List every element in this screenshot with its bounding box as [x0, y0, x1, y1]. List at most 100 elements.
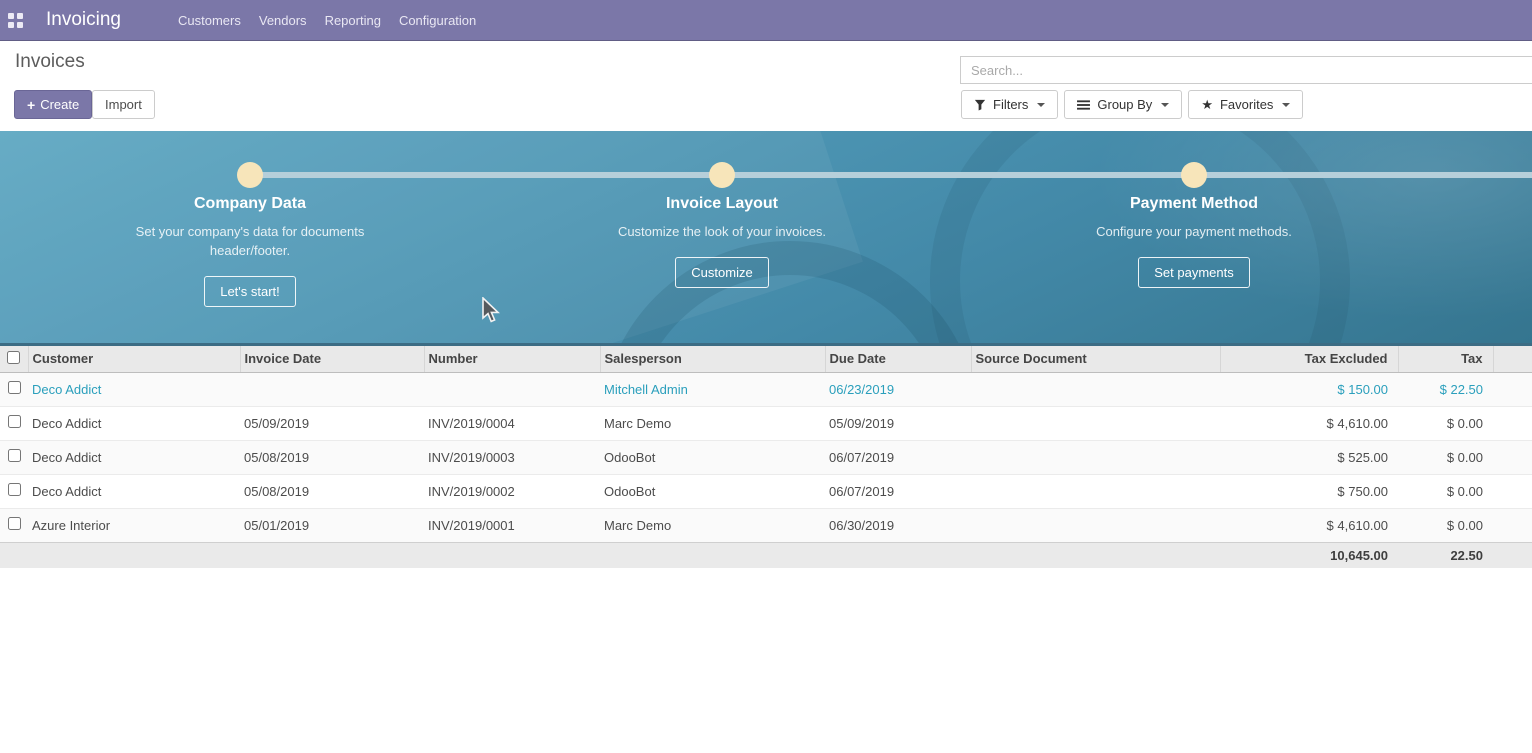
onboarding-step-invoice-layout: Invoice Layout Customize the look of you…: [562, 195, 882, 288]
invoice-list-table: Customer Invoice Date Number Salesperson…: [0, 346, 1532, 568]
step-description: Set your company's data for documents he…: [133, 222, 368, 260]
group-by-bars-icon: [1077, 99, 1090, 111]
chevron-down-icon: [1037, 103, 1045, 107]
apps-grid-square: [17, 13, 23, 19]
step-title: Invoice Layout: [562, 195, 882, 213]
cell-tax-excluded: $ 525.00: [1220, 440, 1398, 474]
row-checkbox-cell: [0, 508, 28, 542]
lets-start-button[interactable]: Let's start!: [204, 276, 296, 307]
apps-grid-square: [8, 22, 14, 28]
onboarding-banner: Company Data Set your company's data for…: [0, 131, 1532, 346]
column-header-invoice-date[interactable]: Invoice Date: [240, 346, 424, 372]
table-row[interactable]: Deco Addict 05/08/2019 INV/2019/0002 Odo…: [0, 474, 1532, 508]
cell-tax-excluded: $ 750.00: [1220, 474, 1398, 508]
create-button-label: Create: [40, 97, 79, 112]
cell-tax: $ 0.00: [1398, 440, 1493, 474]
select-all-checkbox-cell: [0, 346, 28, 372]
cell-source-document: [971, 508, 1220, 542]
cell-invoice-date: 05/01/2019: [240, 508, 424, 542]
star-icon: ★: [1201, 98, 1213, 111]
chevron-down-icon: [1161, 103, 1169, 107]
row-checkbox-cell: [0, 440, 28, 474]
create-button[interactable]: + Create: [14, 90, 92, 119]
cell-due-date: 06/23/2019: [825, 372, 971, 406]
totals-spacer: [0, 542, 28, 568]
cell-invoice-date: 05/09/2019: [240, 406, 424, 440]
cell-salesperson: OdooBot: [600, 474, 825, 508]
cell-number: INV/2019/0002: [424, 474, 600, 508]
page-title: Invoices: [15, 51, 85, 73]
cell-invoice-date: 05/08/2019: [240, 474, 424, 508]
column-header-source-document[interactable]: Source Document: [971, 346, 1220, 372]
cell-invoice-date: 05/08/2019: [240, 440, 424, 474]
filter-funnel-icon: [974, 99, 986, 111]
cell-tax: $ 0.00: [1398, 508, 1493, 542]
filters-button[interactable]: Filters: [961, 90, 1058, 119]
search-input[interactable]: [960, 56, 1532, 84]
table-row[interactable]: Azure Interior 05/01/2019 INV/2019/0001 …: [0, 508, 1532, 542]
table-row[interactable]: Deco Addict Mitchell Admin 06/23/2019 $ …: [0, 372, 1532, 406]
cell-tax: $ 0.00: [1398, 474, 1493, 508]
cell-spacer: [1493, 440, 1532, 474]
cell-invoice-date: [240, 372, 424, 406]
customize-button[interactable]: Customize: [675, 257, 768, 288]
step-description: Customize the look of your invoices.: [605, 222, 840, 241]
search-options-row: Filters Group By ★ Favorites: [961, 90, 1303, 119]
cell-spacer: [1493, 406, 1532, 440]
favorites-button-label: Favorites: [1220, 97, 1273, 112]
apps-grid-icon[interactable]: [8, 13, 23, 28]
row-checkbox[interactable]: [8, 415, 21, 428]
cell-source-document: [971, 406, 1220, 440]
cell-number: INV/2019/0003: [424, 440, 600, 474]
step-description: Configure your payment methods.: [1077, 222, 1312, 241]
column-header-customer[interactable]: Customer: [28, 346, 240, 372]
select-all-checkbox[interactable]: [7, 351, 20, 364]
column-header-tax[interactable]: Tax: [1398, 346, 1493, 372]
row-checkbox[interactable]: [8, 483, 21, 496]
menu-customers[interactable]: Customers: [178, 9, 241, 32]
cell-spacer: [1493, 372, 1532, 406]
cell-number: [424, 372, 600, 406]
set-payments-button[interactable]: Set payments: [1138, 257, 1250, 288]
total-tax-excluded: 10,645.00: [1220, 542, 1398, 568]
onboarding-step-dot: [237, 162, 263, 188]
cell-customer: Azure Interior: [28, 508, 240, 542]
navbar-menu: Customers Vendors Reporting Configuratio…: [178, 9, 476, 32]
table-header-row: Customer Invoice Date Number Salesperson…: [0, 346, 1532, 372]
column-header-due-date[interactable]: Due Date: [825, 346, 971, 372]
row-checkbox-cell: [0, 372, 28, 406]
app-title[interactable]: Invoicing: [46, 9, 121, 31]
cell-number: INV/2019/0004: [424, 406, 600, 440]
import-button[interactable]: Import: [92, 90, 155, 119]
cell-due-date: 06/07/2019: [825, 474, 971, 508]
total-tax: 22.50: [1398, 542, 1493, 568]
menu-configuration[interactable]: Configuration: [399, 9, 476, 32]
step-title: Payment Method: [1034, 195, 1354, 213]
apps-grid-square: [17, 22, 23, 28]
cell-customer: Deco Addict: [28, 372, 240, 406]
cell-customer: Deco Addict: [28, 474, 240, 508]
table-row[interactable]: Deco Addict 05/09/2019 INV/2019/0004 Mar…: [0, 406, 1532, 440]
menu-vendors[interactable]: Vendors: [259, 9, 307, 32]
column-header-tax-excluded[interactable]: Tax Excluded: [1220, 346, 1398, 372]
cell-salesperson: OdooBot: [600, 440, 825, 474]
group-by-button-label: Group By: [1097, 97, 1152, 112]
row-checkbox[interactable]: [8, 381, 21, 394]
cell-salesperson: Marc Demo: [600, 406, 825, 440]
plus-icon: +: [27, 97, 35, 113]
totals-spacer: [28, 542, 1220, 568]
cell-due-date: 05/09/2019: [825, 406, 971, 440]
import-button-label: Import: [105, 97, 142, 112]
menu-reporting[interactable]: Reporting: [325, 9, 381, 32]
row-checkbox[interactable]: [8, 449, 21, 462]
column-header-salesperson[interactable]: Salesperson: [600, 346, 825, 372]
table-row[interactable]: Deco Addict 05/08/2019 INV/2019/0003 Odo…: [0, 440, 1532, 474]
chevron-down-icon: [1282, 103, 1290, 107]
favorites-button[interactable]: ★ Favorites: [1188, 90, 1303, 119]
top-navbar: Invoicing Customers Vendors Reporting Co…: [0, 0, 1532, 41]
cell-spacer: [1493, 474, 1532, 508]
row-checkbox[interactable]: [8, 517, 21, 530]
totals-spacer: [1493, 542, 1532, 568]
group-by-button[interactable]: Group By: [1064, 90, 1182, 119]
column-header-number[interactable]: Number: [424, 346, 600, 372]
